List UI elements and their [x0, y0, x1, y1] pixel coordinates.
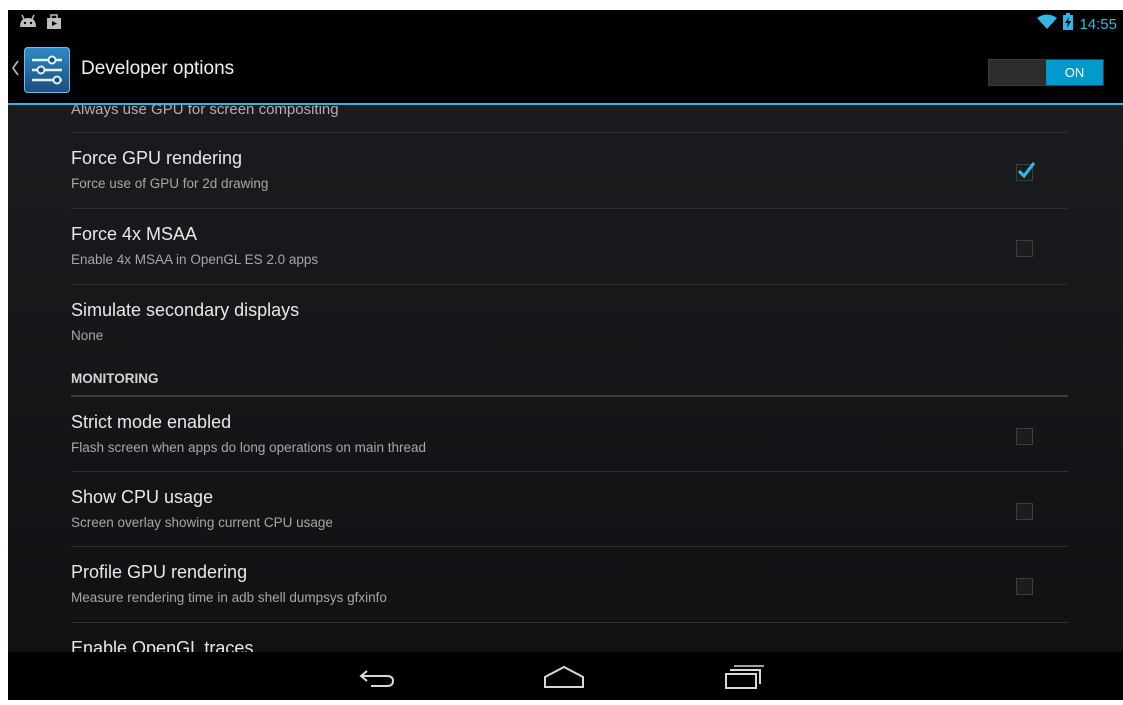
- switch-on-label: ON: [1046, 60, 1103, 85]
- android-icon: [18, 14, 38, 35]
- clock: 14:55: [1079, 15, 1117, 33]
- battery-charging-icon: [1063, 13, 1074, 35]
- wifi-icon: [1037, 14, 1058, 35]
- list-item-summary: Enable 4x MSAA in OpenGL ES 2.0 apps: [71, 252, 319, 267]
- list-item-title: Simulate secondary displays: [71, 300, 300, 320]
- list-item-show-cpu-usage[interactable]: Show CPU usage Screen overlay showing cu…: [71, 472, 1068, 547]
- list-item-title: Force GPU rendering: [71, 148, 243, 168]
- section-title: MONITORING: [71, 371, 159, 386]
- list-item-enable-opengl-traces[interactable]: Enable OpenGL traces: [71, 623, 1068, 652]
- list-item-simulate-secondary-displays[interactable]: Simulate secondary displays None: [71, 285, 1068, 357]
- recent-apps-button[interactable]: [712, 662, 776, 692]
- list-item-title: Force 4x MSAA: [71, 224, 198, 244]
- settings-sliders-icon[interactable]: [24, 47, 70, 93]
- list-item-title: Enable OpenGL traces: [71, 638, 254, 652]
- recent-apps-icon: [725, 665, 764, 689]
- list-item-profile-gpu-rendering[interactable]: Profile GPU rendering Measure rendering …: [71, 547, 1068, 623]
- status-bar: 14:55: [8, 10, 1123, 35]
- list-item-summary: Force use of GPU for 2d drawing: [71, 176, 269, 191]
- profile-gpu-rendering-checkbox[interactable]: [1016, 578, 1033, 595]
- page-title: Developer options: [81, 58, 235, 79]
- developer-options-switch[interactable]: ON: [988, 59, 1104, 86]
- list-item-title: Profile GPU rendering: [71, 562, 248, 582]
- list-item-force-4x-msaa[interactable]: Force 4x MSAA Enable 4x MSAA in OpenGL E…: [71, 209, 1068, 285]
- android-screen: 14:55 Developer options ON Always use GP…: [8, 10, 1123, 700]
- list-item-title: Show CPU usage: [71, 487, 214, 507]
- list-item-summary: Flash screen when apps do long operation…: [71, 440, 426, 455]
- list-item-title: Strict mode enabled: [71, 412, 232, 432]
- list-item-summary: None: [71, 328, 104, 343]
- home-icon: [544, 665, 584, 688]
- list-item-summary: Measure rendering time in adb shell dump…: [71, 590, 387, 605]
- force-4x-msaa-checkbox[interactable]: [1016, 240, 1033, 257]
- checkmark-icon: [1017, 162, 1036, 179]
- back-icon: [359, 670, 395, 687]
- section-header-monitoring: MONITORING: [71, 357, 1068, 397]
- back-button[interactable]: [345, 662, 409, 692]
- home-button[interactable]: [532, 662, 596, 692]
- list-item-summary: Always use GPU for screen compositing: [71, 105, 339, 118]
- list-item-cut[interactable]: Always use GPU for screen compositing: [71, 105, 1068, 133]
- up-chevron-icon[interactable]: [10, 59, 20, 82]
- show-cpu-usage-checkbox[interactable]: [1016, 503, 1033, 520]
- navigation-bar: [8, 652, 1123, 700]
- notification-icon: [46, 14, 62, 35]
- list-item-strict-mode-enabled[interactable]: Strict mode enabled Flash screen when ap…: [71, 397, 1068, 472]
- strict-mode-checkbox[interactable]: [1016, 428, 1033, 445]
- settings-list[interactable]: Always use GPU for screen compositing Fo…: [8, 105, 1123, 652]
- list-item-summary: Screen overlay showing current CPU usage: [71, 515, 333, 530]
- list-item-force-gpu-rendering[interactable]: Force GPU rendering Force use of GPU for…: [71, 133, 1068, 209]
- force-gpu-rendering-checkbox[interactable]: [1016, 162, 1036, 181]
- action-bar: Developer options ON: [8, 35, 1123, 105]
